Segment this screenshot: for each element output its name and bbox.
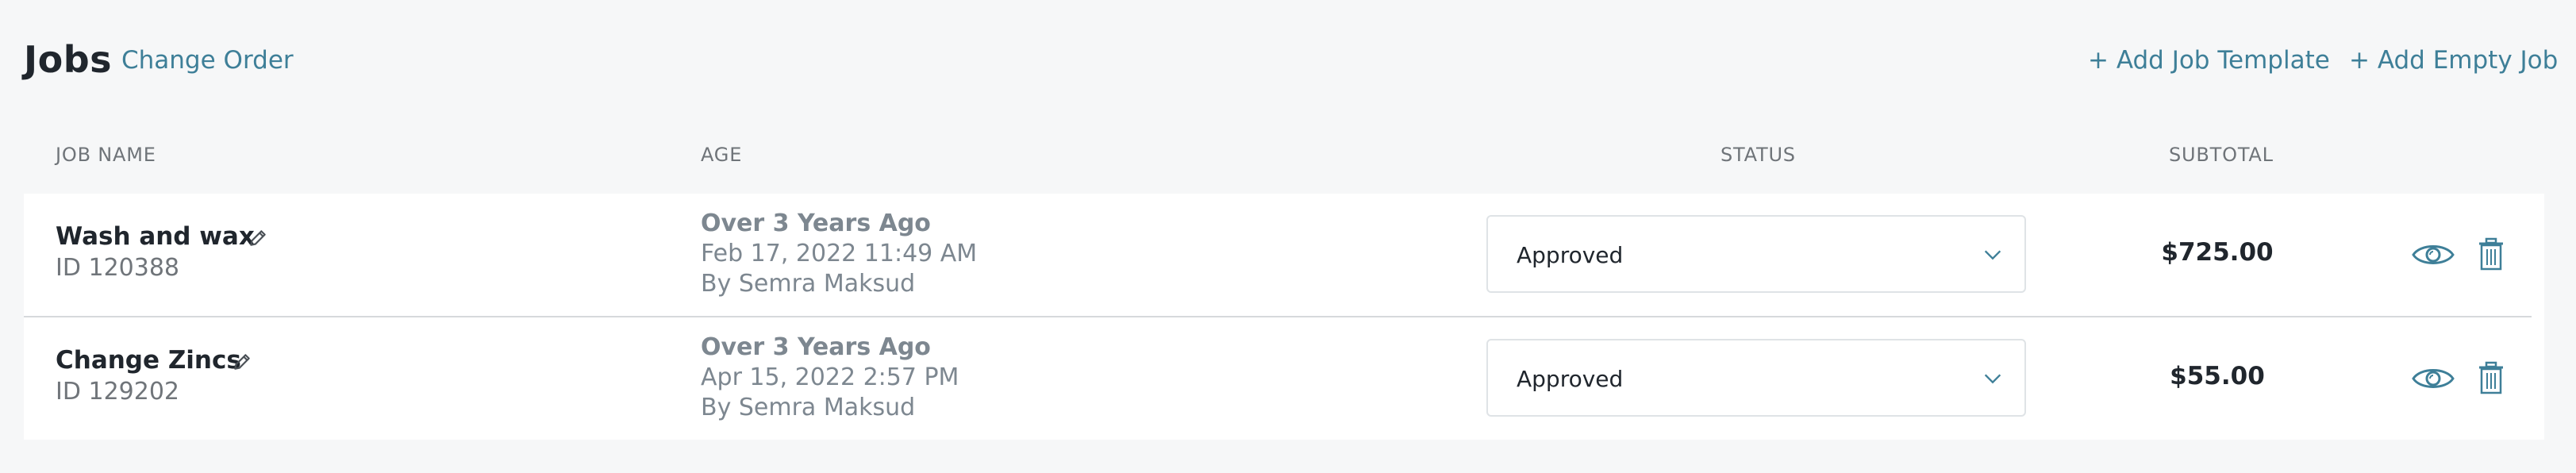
pencil-icon[interactable] — [232, 352, 252, 372]
status-select[interactable]: Approved — [1486, 339, 2026, 417]
page-title: Jobs — [24, 38, 113, 81]
job-id: ID 129202 — [56, 378, 180, 406]
job-id: ID 120388 — [56, 254, 180, 282]
column-header-subtotal: SUBTOTAL — [2169, 144, 2274, 166]
change-order-link[interactable]: Change Order — [121, 46, 294, 75]
jobs-header: Jobs Change Order + Add Job Template + A… — [0, 0, 2576, 119]
age-relative: Over 3 Years Ago — [701, 333, 931, 361]
pencil-icon[interactable] — [248, 228, 268, 248]
trash-icon[interactable] — [2478, 361, 2505, 394]
job-name: Change Zincs — [56, 346, 241, 375]
age-created-by: By Semra Maksud — [701, 270, 916, 298]
status-value: Approved — [1517, 366, 1624, 392]
add-empty-job-link[interactable]: + Add Empty Job — [2349, 46, 2558, 75]
table-row: Wash and wax ID 120388 Over 3 Years Ago … — [24, 194, 2544, 317]
column-header-job-name: JOB NAME — [56, 144, 156, 166]
status-value: Approved — [1517, 242, 1624, 268]
age-date: Feb 17, 2022 11:49 AM — [701, 240, 978, 267]
eye-icon[interactable] — [2411, 363, 2455, 394]
age-date: Apr 15, 2022 2:57 PM — [701, 363, 959, 391]
jobs-table: Wash and wax ID 120388 Over 3 Years Ago … — [24, 194, 2544, 440]
job-name: Wash and wax — [56, 222, 255, 251]
chevron-down-icon — [1984, 250, 2001, 260]
status-select[interactable]: Approved — [1486, 215, 2026, 293]
subtotal: $55.00 — [2170, 362, 2265, 390]
age-relative: Over 3 Years Ago — [701, 210, 931, 237]
column-header-status: STATUS — [1721, 144, 1796, 166]
age-created-by: By Semra Maksud — [701, 394, 916, 421]
subtotal: $725.00 — [2161, 238, 2274, 267]
add-job-template-link[interactable]: + Add Job Template — [2088, 46, 2330, 75]
eye-icon[interactable] — [2411, 239, 2455, 271]
trash-icon[interactable] — [2478, 237, 2505, 271]
table-row: Change Zincs ID 129202 Over 3 Years Ago … — [24, 317, 2544, 440]
column-header-age: AGE — [701, 144, 743, 166]
chevron-down-icon — [1984, 374, 2001, 384]
